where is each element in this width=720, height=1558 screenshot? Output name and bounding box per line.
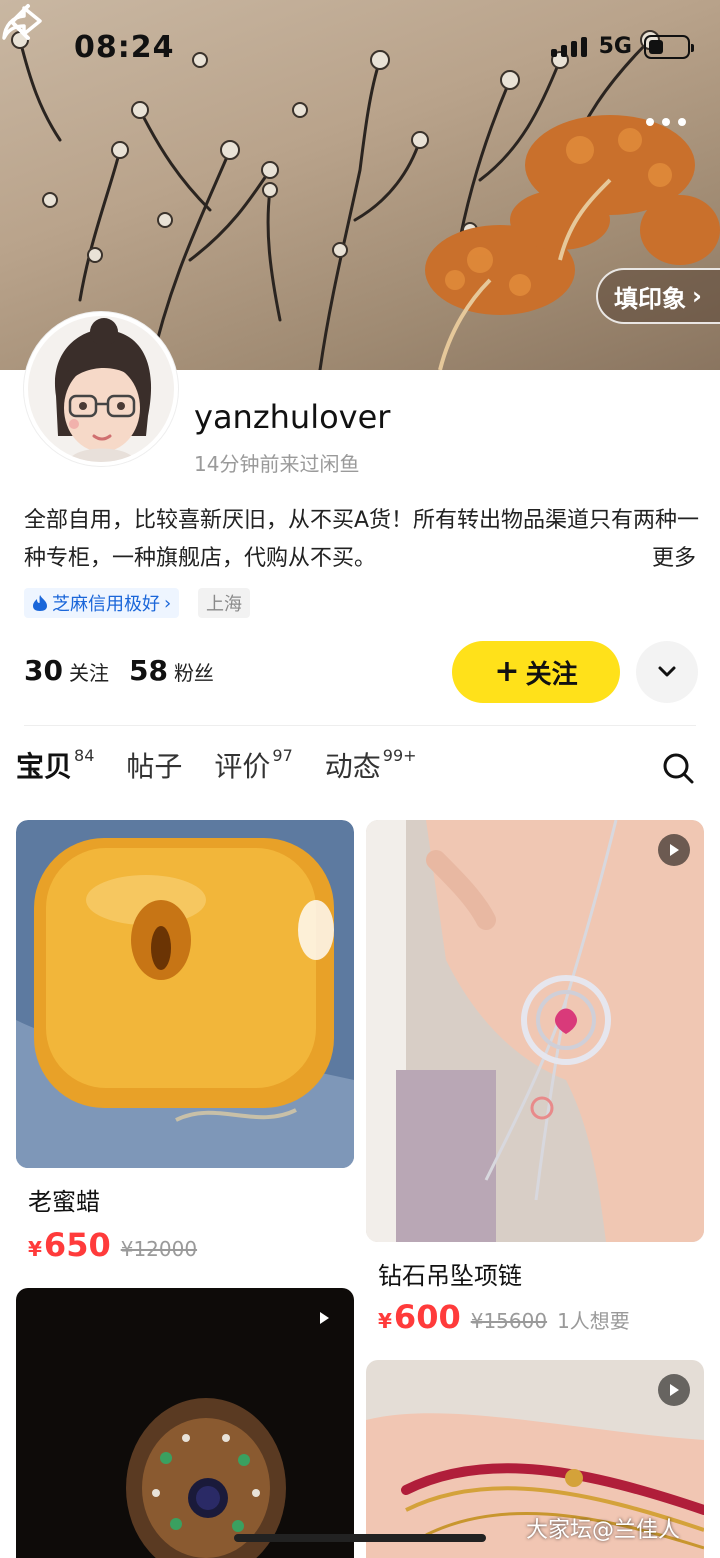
- product-card[interactable]: 老蜜蜡 ¥ 650 ¥12000: [16, 820, 354, 1270]
- profile-tabs: 宝贝 84 帖子 评价 97 动态 99+: [14, 744, 417, 790]
- fill-impression-label: 填印象: [614, 284, 686, 313]
- original-price: ¥15600: [470, 1309, 548, 1333]
- status-indicators: 5G: [550, 34, 694, 59]
- price-currency: ¥: [378, 1309, 392, 1333]
- followers-stat[interactable]: 58 粉丝: [129, 654, 214, 687]
- username: yanzhulover: [194, 398, 391, 436]
- tab-count: 97: [272, 746, 293, 765]
- credit-tag-label: 芝麻信用极好: [52, 594, 160, 615]
- status-time: 08:24: [74, 30, 175, 65]
- network-type: 5G: [598, 34, 632, 59]
- battery-icon: [644, 34, 694, 59]
- tab-reviews[interactable]: 评价 97: [214, 744, 292, 790]
- tab-label: 帖子: [126, 750, 183, 783]
- plus-icon: +: [494, 654, 520, 689]
- fill-impression-button[interactable]: 填印象 ›: [596, 268, 720, 324]
- play-icon: [670, 1384, 679, 1396]
- chevron-down-icon: [658, 666, 676, 677]
- video-badge: [308, 1302, 340, 1334]
- following-stat[interactable]: 30 关注: [24, 654, 109, 687]
- tab-label: 动态: [324, 750, 381, 783]
- watermark: 大家坛@兰佳人: [526, 1518, 681, 1543]
- search-icon[interactable]: [660, 750, 696, 786]
- following-count: 30: [24, 654, 63, 687]
- avatar[interactable]: [24, 312, 178, 466]
- tab-items[interactable]: 宝贝 84: [14, 744, 95, 790]
- profile-stats: 30 关注 58 粉丝: [24, 654, 214, 687]
- play-icon: [670, 844, 679, 856]
- video-badge: [658, 834, 690, 866]
- chevron-right-icon: ›: [692, 282, 702, 310]
- product-image: [366, 820, 704, 1242]
- chevron-right-icon: ›: [164, 592, 172, 614]
- last-seen-text: 14分钟前来过闲鱼: [194, 452, 360, 476]
- product-card[interactable]: 钻石吊坠项链 ¥ 600 ¥15600 1人想要: [366, 820, 704, 1342]
- video-badge: [658, 1374, 690, 1406]
- price-value: 600: [393, 1298, 461, 1336]
- home-indicator[interactable]: [234, 1534, 486, 1542]
- original-price: ¥12000: [120, 1237, 198, 1261]
- play-icon: [320, 1312, 329, 1324]
- tab-count: 84: [74, 746, 95, 765]
- want-count: 1人想要: [557, 1309, 630, 1333]
- product-price: ¥ 650 ¥12000: [28, 1226, 197, 1264]
- product-price: ¥ 600 ¥15600 1人想要: [378, 1298, 630, 1336]
- location-tag: 上海: [198, 588, 250, 618]
- follow-button-label: 关注: [525, 659, 578, 690]
- product-title: 钻石吊坠项链: [378, 1262, 522, 1290]
- tab-label: 评价: [214, 750, 271, 783]
- share-icon[interactable]: [0, 0, 44, 44]
- bio-more-link[interactable]: 更多: [646, 540, 697, 572]
- credit-tag[interactable]: 芝麻信用极好 ›: [24, 588, 180, 618]
- product-image: [16, 1288, 354, 1558]
- product-title: 老蜜蜡: [28, 1188, 100, 1216]
- followers-count: 58: [128, 654, 168, 687]
- tab-count: 99+: [382, 746, 417, 765]
- followers-label: 粉丝: [173, 661, 214, 685]
- tab-posts[interactable]: 帖子: [126, 744, 182, 790]
- follow-button[interactable]: + 关注: [452, 641, 620, 703]
- product-image: [16, 820, 354, 1168]
- following-label: 关注: [68, 661, 109, 685]
- flame-icon: [33, 595, 47, 611]
- more-options-button[interactable]: [636, 641, 698, 703]
- price-currency: ¥: [28, 1237, 42, 1261]
- signal-icon: [550, 36, 587, 57]
- more-icon[interactable]: [646, 110, 690, 134]
- tab-label: 宝贝: [16, 750, 73, 783]
- price-value: 650: [43, 1226, 111, 1264]
- divider: [24, 725, 696, 726]
- tab-activity[interactable]: 动态 99+: [325, 744, 417, 790]
- profile-bio: 全部自用，比较喜新厌旧，从不买A货！所有转出物品渠道只有两种一种专柜，一种旗舰店…: [24, 508, 700, 571]
- product-card[interactable]: [16, 1288, 354, 1558]
